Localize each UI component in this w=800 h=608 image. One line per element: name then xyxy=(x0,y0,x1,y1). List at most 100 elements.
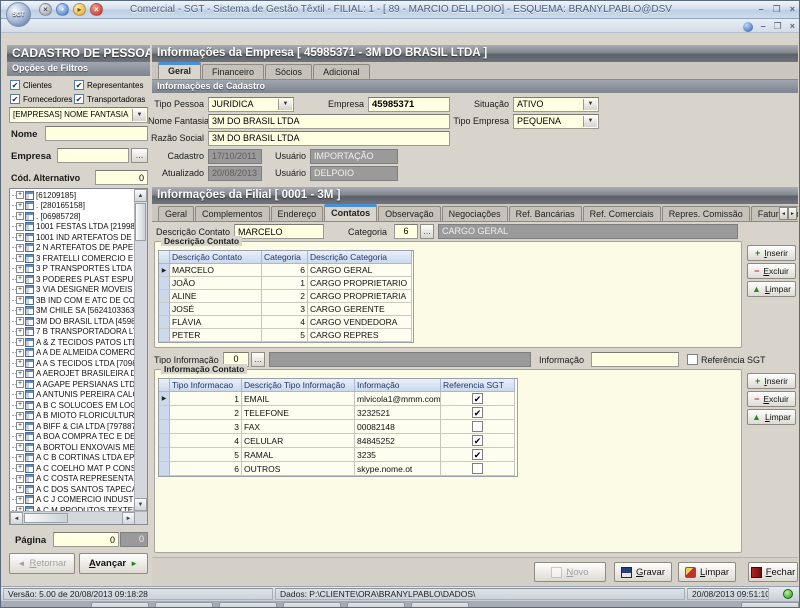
table-row[interactable]: MARCELO 6 CARGO GERAL xyxy=(159,264,413,277)
sgt-checkbox[interactable] xyxy=(472,463,483,474)
table-row[interactable]: 1 EMAIL mlvicola1@mmm.com ✔ xyxy=(159,392,517,406)
tree-item[interactable]: A B MIOTO FLORICULTURA LTDA xyxy=(10,411,134,422)
tab-adicional[interactable]: Adicional xyxy=(313,64,370,79)
checkbox-icon[interactable]: ✔ xyxy=(74,94,84,104)
checkbox-icon[interactable]: ✔ xyxy=(10,94,20,104)
tab-contatos[interactable]: Contatos xyxy=(324,204,377,221)
row-selector[interactable] xyxy=(159,290,170,303)
retornar-button[interactable]: ◄ Retornar xyxy=(9,553,75,574)
tree-item[interactable]: A A DE ALMEIDA COMERCIO ME [ xyxy=(10,348,134,359)
tree-item[interactable]: . [06985728] xyxy=(10,211,134,222)
row-selector[interactable] xyxy=(159,329,170,342)
tree-item[interactable]: 3 FRATELLI COMERCIO E CONFE xyxy=(10,253,134,264)
informacao-limpar-button[interactable]: ▲ Limpar xyxy=(747,409,796,425)
tipo-informacao-lookup-button[interactable]: … xyxy=(251,352,265,367)
expand-plus-icon[interactable] xyxy=(16,370,24,378)
taskbar-button[interactable] xyxy=(283,602,341,608)
tab-financeiro[interactable]: Financeiro xyxy=(202,64,264,79)
column-header[interactable]: Descrição Contato xyxy=(170,251,262,264)
tab-scroll-right-icon[interactable]: ► xyxy=(788,207,797,220)
expand-plus-icon[interactable] xyxy=(16,422,24,430)
checkbox-icon[interactable]: ✔ xyxy=(74,80,84,90)
tipo-empresa-select[interactable]: PEQUENA ▼ xyxy=(513,114,599,129)
tree-item[interactable]: A B C SOLUCOES EM LOGISTICA xyxy=(10,400,134,411)
scroll-right-icon[interactable]: ► xyxy=(122,512,135,525)
taskbar-button[interactable] xyxy=(91,602,149,608)
expand-plus-icon[interactable] xyxy=(16,433,24,441)
expand-plus-icon[interactable] xyxy=(16,202,24,210)
scroll-up-icon[interactable]: ▲ xyxy=(134,189,147,202)
pagina-input[interactable] xyxy=(53,532,119,547)
nome-input[interactable] xyxy=(45,126,148,141)
table-row[interactable]: 5 RAMAL 3235 ✔ xyxy=(159,448,517,462)
table-row[interactable]: 4 CELULAR 84845252 ✔ xyxy=(159,434,517,448)
expand-plus-icon[interactable] xyxy=(16,275,24,283)
tipo-pessoa-select[interactable]: JURIDICA ▼ xyxy=(208,97,294,112)
expand-plus-icon[interactable] xyxy=(16,338,24,346)
column-header[interactable]: Descrição Categoria xyxy=(308,251,412,264)
restore-icon[interactable] xyxy=(774,20,782,33)
expand-plus-icon[interactable] xyxy=(16,359,24,367)
taskbar-button[interactable] xyxy=(219,602,277,608)
tree-item[interactable]: 3M CHILE SA [5624103363] xyxy=(10,306,134,317)
filter-checkbox[interactable]: ✔ Fornecedores xyxy=(10,94,74,104)
tree-horizontal-scrollbar[interactable]: ◄ ► xyxy=(10,511,148,524)
tab-complementos[interactable]: Complementos xyxy=(195,206,270,221)
close-icon[interactable] xyxy=(790,20,795,33)
expand-plus-icon[interactable] xyxy=(16,475,24,483)
taskbar-button[interactable] xyxy=(347,602,405,608)
sgt-checkbox[interactable]: ✔ xyxy=(472,435,483,446)
expand-plus-icon[interactable] xyxy=(16,265,24,273)
expand-plus-icon[interactable] xyxy=(16,254,24,262)
tree-item[interactable]: 3 PODERES PLAST ESPUMAS COL xyxy=(10,274,134,285)
table-row[interactable]: JOÃO 1 CARGO PROPRIETARIO xyxy=(159,277,413,290)
expand-plus-icon[interactable] xyxy=(16,464,24,472)
sgt-checkbox[interactable]: ✔ xyxy=(472,393,483,404)
tab-scroll-left-icon[interactable]: ◄ xyxy=(779,207,788,220)
tab-ref-bancarias[interactable]: Ref. Bancárias xyxy=(509,206,582,221)
informacao-input[interactable] xyxy=(591,352,679,367)
tree-item[interactable]: A C B CORTINAS LTDA EPP [4483 xyxy=(10,453,134,464)
categoria-lookup-button[interactable]: … xyxy=(420,224,434,239)
expand-plus-icon[interactable] xyxy=(16,307,24,315)
table-row[interactable]: 6 OUTROS skype.nome.ot xyxy=(159,462,517,476)
tree-item[interactable]: 1001 IND ARTEFATOS DE BORRA xyxy=(10,232,134,243)
column-header[interactable]: Categoria xyxy=(262,251,308,264)
tab-geral[interactable]: Geral xyxy=(158,206,194,221)
informacao-inserir-button[interactable]: + Inserir xyxy=(747,373,796,389)
column-header[interactable]: Tipo Informacao xyxy=(170,379,242,392)
footer-novo-button[interactable]: Novo xyxy=(534,562,606,582)
tree-item[interactable]: . [280165158] xyxy=(10,201,134,212)
filter-checkbox[interactable]: ✔ Representantes xyxy=(74,80,146,90)
expand-plus-icon[interactable] xyxy=(16,380,24,388)
sgt-checkbox[interactable]: ✔ xyxy=(472,449,483,460)
column-header[interactable]: Descrição Tipo Informação xyxy=(242,379,355,392)
expand-plus-icon[interactable] xyxy=(16,485,24,493)
scroll-down-icon[interactable]: ▼ xyxy=(134,498,147,511)
sgt-checkbox[interactable] xyxy=(472,421,483,432)
expand-plus-icon[interactable] xyxy=(16,286,24,294)
tab-ref-comerciais[interactable]: Ref. Comerciais xyxy=(583,206,661,221)
expand-plus-icon[interactable] xyxy=(16,391,24,399)
informacao-excluir-button[interactable]: − Excluir xyxy=(747,391,796,407)
expand-plus-icon[interactable] xyxy=(16,296,24,304)
filter-checkbox[interactable]: ✔ Clientes xyxy=(10,80,74,90)
expand-plus-icon[interactable] xyxy=(16,401,24,409)
row-selector[interactable] xyxy=(159,420,170,434)
empresa-lookup-button[interactable]: … xyxy=(131,148,148,163)
tree-vertical-scrollbar[interactable]: ▲ ▼ xyxy=(134,189,147,511)
nome-fantasia-field[interactable]: 3M DO BRASIL LTDA xyxy=(208,114,450,129)
tree-item[interactable]: [61209185] xyxy=(10,190,134,201)
tab-repres-comissao[interactable]: Repres. Comissão xyxy=(662,206,750,221)
expand-plus-icon[interactable] xyxy=(16,328,24,336)
restore-icon[interactable] xyxy=(773,3,781,16)
search-mode-select[interactable]: [EMPRESAS] NOME FANTASIA ▼ xyxy=(9,107,148,123)
tree-item[interactable]: 7 B TRANSPORTADORA LTDA [20 xyxy=(10,327,134,338)
filter-checkbox[interactable]: ✔ Transportadoras xyxy=(74,94,146,104)
tree-item[interactable]: A A S TECIDOS LTDA [70987490] xyxy=(10,358,134,369)
empresa-code-field[interactable]: 45985371 xyxy=(368,97,450,112)
chevron-down-icon[interactable]: ▼ xyxy=(583,99,597,110)
tree-item[interactable]: A BORTOLI ENXOVAIS ME [10741 xyxy=(10,442,134,453)
expand-plus-icon[interactable] xyxy=(16,244,24,252)
expand-plus-icon[interactable] xyxy=(16,412,24,420)
